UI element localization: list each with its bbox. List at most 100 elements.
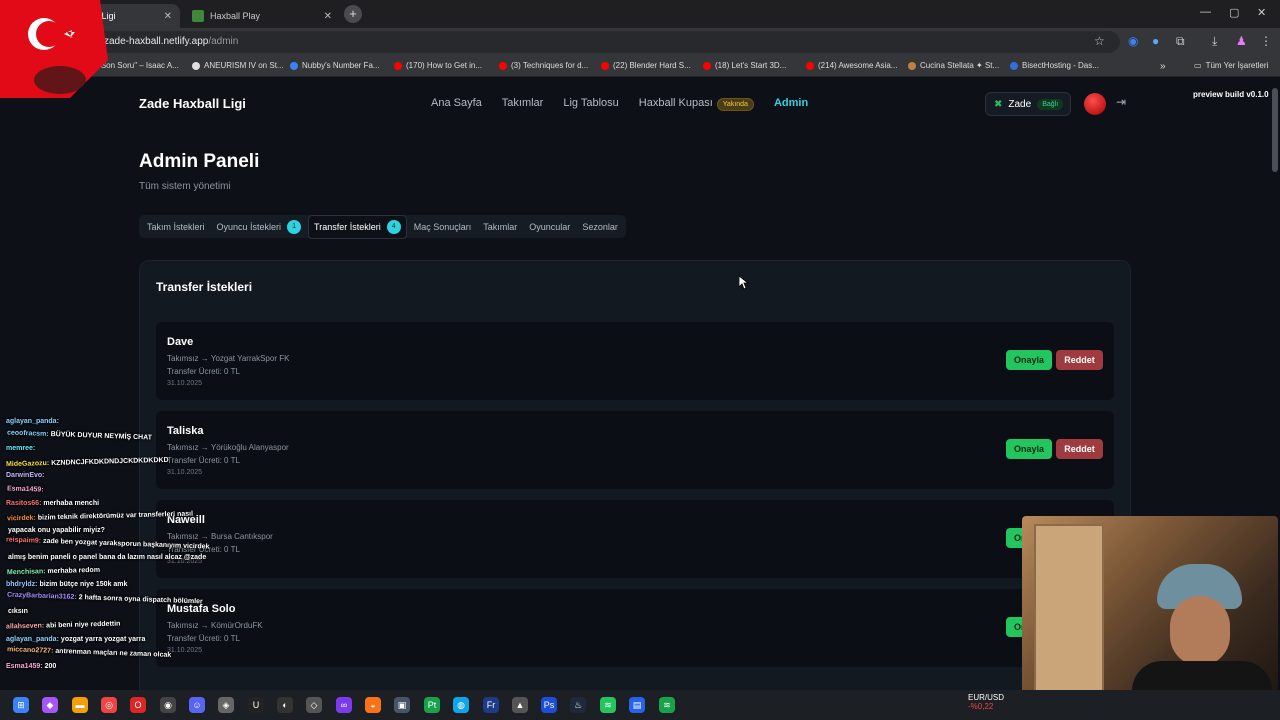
unity-icon[interactable]: ◇ xyxy=(306,697,322,713)
chat-username: aglayan_panda: xyxy=(6,635,59,643)
reject-button[interactable]: Reddet xyxy=(1056,439,1103,459)
chat-message: aglayan_panda: yozgat yarra yozgat yarra xyxy=(6,636,145,643)
new-tab-button[interactable]: + xyxy=(344,5,362,23)
transfer-request-card: Dave Takımsız → Yozgat YarrakSpor FK Trans… xyxy=(156,322,1114,400)
bookmark-favicon-icon xyxy=(601,61,609,70)
window-close-icon[interactable]: ✕ xyxy=(1257,6,1266,19)
bookmark-favicon-icon xyxy=(394,61,402,70)
chat-username: Menchisan: xyxy=(6,567,46,576)
app-icon[interactable]: ◈ xyxy=(218,697,234,713)
bookmark-item[interactable]: (22) Blender Hard S... xyxy=(601,61,691,70)
request-date: 31.10.2025 xyxy=(167,380,203,387)
davinci-icon[interactable]: ◍ xyxy=(453,697,469,713)
avatar[interactable] xyxy=(1084,93,1106,115)
main-nav: Ana Sayfa Takımlar Lig Tablosu Haxball K… xyxy=(431,97,808,111)
browser-tab-strip: Zade Haxball Ligi ✕ Haxball Play ✕ + — ▢… xyxy=(0,0,1280,28)
spotify-icon[interactable]: ≋ xyxy=(659,697,675,713)
tab-label: Takımlar xyxy=(483,221,518,232)
tab-ma-sonu-lar-[interactable]: Maç Sonuçları xyxy=(409,218,477,236)
tab-sezonlar[interactable]: Sezonlar xyxy=(577,218,623,236)
user-status-pill[interactable]: ✖ Zade Bağlı xyxy=(985,92,1071,116)
visual-studio-icon[interactable]: ∞ xyxy=(336,697,352,713)
screen: Zade Haxball Ligi ✕ Haxball Play ✕ + — ▢… xyxy=(0,0,1280,720)
pycharm-icon[interactable]: Pt xyxy=(424,697,440,713)
browser-tab[interactable]: Haxball Play ✕ xyxy=(184,4,340,28)
connection-badge: Bağlı xyxy=(1037,98,1064,110)
tab-oyuncu-i-stekleri[interactable]: Oyuncu İstekleri 1 xyxy=(212,216,307,238)
app-icon[interactable]: ▲ xyxy=(512,697,528,713)
tab-transfer-i-stekleri[interactable]: Transfer İstekleri 4 xyxy=(308,214,407,239)
menu-icon[interactable]: ⋮ xyxy=(1260,34,1272,48)
reject-button[interactable]: Reddet xyxy=(1056,350,1103,370)
minimize-icon[interactable]: — xyxy=(1200,6,1211,18)
chrome-icon[interactable]: ◎ xyxy=(101,697,117,713)
tab-tak-mlar[interactable]: Takımlar xyxy=(478,218,522,236)
tab-oyuncular[interactable]: Oyuncular xyxy=(524,218,575,236)
bookmark-item[interactable]: Cucina Stellata ✦ St... xyxy=(908,61,999,70)
bookmark-item[interactable]: (214) Awesome Asia... xyxy=(806,61,897,70)
github-icon[interactable]: ◐ xyxy=(277,697,293,713)
bookmark-label: (170) How to Get in... xyxy=(406,61,483,70)
chat-username: DarwinEvo: xyxy=(6,472,45,480)
copilot-icon[interactable]: ◆ xyxy=(42,697,58,713)
nav-admin[interactable]: Admin xyxy=(774,97,808,109)
bookmarks-bar: ▦ Gmail"Son Soru" – Isaac A...ANEURISM I… xyxy=(0,56,1280,77)
fx-widget[interactable]: EUR/USD -%0,22 xyxy=(968,693,1004,711)
extensions-puzzle-icon[interactable]: ⧉ xyxy=(1176,34,1185,49)
approve-button[interactable]: Onayla xyxy=(1006,350,1052,370)
bookmark-label: (18) Let's Start 3D... xyxy=(715,61,787,70)
logout-icon[interactable]: ⇥ xyxy=(1116,95,1126,109)
obs-icon[interactable]: ◉ xyxy=(160,697,176,713)
bookmark-item[interactable]: Nubby's Number Fa... xyxy=(290,61,380,70)
spotify-icon[interactable]: ≋ xyxy=(600,697,616,713)
page-scrollbar[interactable] xyxy=(1272,88,1278,172)
steam-icon[interactable]: ♨ xyxy=(570,697,586,713)
nav-league-table[interactable]: Lig Tablosu xyxy=(563,97,618,109)
extension-icon[interactable]: ◉ xyxy=(1128,34,1138,48)
file-explorer-icon[interactable]: ▬ xyxy=(72,697,88,713)
discord-icon[interactable]: ☺ xyxy=(189,697,205,713)
bookmark-star-icon[interactable]: ☆ xyxy=(1094,34,1105,48)
fresco-icon[interactable]: Fr xyxy=(483,697,499,713)
app-icon[interactable]: ▤ xyxy=(629,697,645,713)
address-bar[interactable]: zade-haxball.netlify.app/admin xyxy=(90,31,1120,53)
chat-message: cıksın xyxy=(6,608,28,615)
download-icon[interactable]: ⤓ xyxy=(1212,34,1217,49)
approve-button[interactable]: Onayla xyxy=(1006,439,1052,459)
profile-icon[interactable]: ♟ xyxy=(1236,34,1247,48)
opera-icon[interactable]: O xyxy=(130,697,146,713)
photoshop-icon[interactable]: Ps xyxy=(541,697,557,713)
maximize-icon[interactable]: ▢ xyxy=(1229,6,1239,19)
browser-toolbar: ← → ↻ zade-haxball.netlify.app/admin ☆ ◉… xyxy=(0,28,1280,56)
site-brand[interactable]: Zade Haxball Ligi xyxy=(139,96,246,111)
stream-chat-overlay: aglayan_panda: ceoofracsm: BÜYÜK DUYUR NEY… xyxy=(0,418,230,690)
chat-message: ceoofracsm: BÜYÜK DUYUR NEYMİŞ CHAT xyxy=(7,429,152,441)
bookmark-item[interactable]: (3) Techniques for d... xyxy=(499,61,588,70)
tab-close-icon[interactable]: ✕ xyxy=(324,11,332,22)
tab-tak-m-i-stekleri[interactable]: Takım İstekleri xyxy=(142,218,210,236)
bookmark-item[interactable]: BisectHosting - Das... xyxy=(1010,61,1099,70)
bookmark-item[interactable]: ANEURISM IV on St... xyxy=(192,61,284,70)
windows-start-icon[interactable]: ⊞ xyxy=(13,697,29,713)
bookmark-item[interactable]: (18) Let's Start 3D... xyxy=(703,61,786,70)
blender-icon[interactable]: ◒ xyxy=(365,697,381,713)
chat-text: cıksın xyxy=(8,608,28,616)
bookmark-item[interactable]: (170) How to Get in... xyxy=(394,61,482,70)
nav-home[interactable]: Ana Sayfa xyxy=(431,97,482,109)
player-name: Dave xyxy=(167,336,194,348)
chat-text: merhaba redom xyxy=(47,566,101,575)
turkish-flag-overlay xyxy=(0,0,108,98)
nav-cup[interactable]: Haxball Kupası Yakında xyxy=(639,97,754,111)
folder-icon: ▭ xyxy=(1194,61,1202,70)
chat-message: almış benim paneli o panel bana da lazım… xyxy=(6,554,206,561)
all-bookmarks[interactable]: ▭ Tüm Yer İşaretleri xyxy=(1194,61,1268,70)
unreal-icon[interactable]: U xyxy=(248,697,264,713)
nav-teams[interactable]: Takımlar xyxy=(502,97,544,109)
coming-soon-badge: Yakında xyxy=(716,98,754,111)
chat-message: yapacak onu yapabilir miyiz? xyxy=(6,527,105,534)
tab-close-icon[interactable]: ✕ xyxy=(164,11,172,22)
more-bookmarks-icon[interactable]: » xyxy=(1160,61,1166,72)
extension-icon[interactable]: ● xyxy=(1152,34,1159,48)
webcam-face xyxy=(1170,596,1230,666)
app-icon[interactable]: ▣ xyxy=(394,697,410,713)
